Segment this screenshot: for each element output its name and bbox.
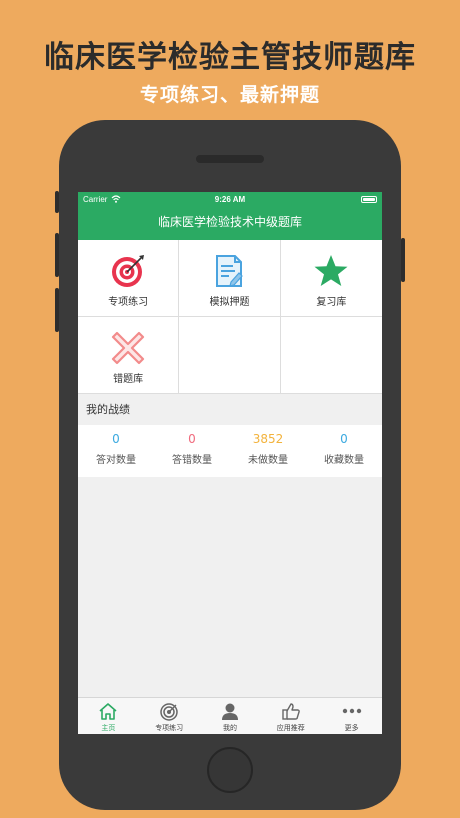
stat-label: 答对数量 [96,455,136,466]
stats-section-title: 我的战绩 [78,394,382,425]
tab-recommend[interactable]: 应用推荐 [260,698,321,734]
menu-item-review[interactable]: 复习库 [280,240,382,317]
more-dots-icon [342,708,361,714]
stat-correct: 0 答对数量 [78,425,154,477]
stat-value: 3852 [252,432,284,446]
stat-value: 0 [340,432,348,446]
wrong-x-icon [112,331,145,365]
phone-power-button [401,238,405,282]
menu-item-label: 错题库 [113,374,144,385]
tab-label: 专项练习 [155,724,184,732]
tab-practice[interactable]: 专项练习 [139,698,200,734]
tab-profile[interactable]: 我的 [200,698,261,734]
menu-item-practice[interactable]: 专项练习 [78,240,180,317]
app-screen: Carrier 9:26 AM 临床医学检验技术中级题库 专项练习 模拟押题 复… [78,192,382,734]
stat-favorites: 0 收藏数量 [306,425,382,477]
status-bar: Carrier 9:26 AM [78,192,382,207]
phone-volume-down [55,288,59,332]
status-time: 9:26 AM [214,195,246,204]
stat-label: 答错数量 [172,455,212,466]
tab-label: 我的 [222,724,237,732]
battery-icon [361,196,377,203]
phone-volume-up [55,233,59,277]
user-icon [221,703,238,720]
stat-wrong: 0 答错数量 [154,425,230,477]
stat-unanswered: 3852 未做数量 [230,425,306,477]
home-icon [99,703,117,720]
target-icon [112,255,145,287]
tab-more[interactable]: 更多 [321,698,382,734]
menu-item-label: 复习库 [316,297,347,308]
tab-label: 主页 [101,724,116,732]
menu-item-label: 专项练习 [108,297,149,308]
exam-paper-icon [216,255,244,287]
stats-row: 0 答对数量 0 答错数量 3852 未做数量 0 收藏数量 [78,425,382,477]
app-title: 临床医学检验技术中级题库 [78,207,382,240]
menu-item-wrong-answers[interactable]: 错题库 [78,317,180,394]
phone-side-button [55,191,59,213]
promo-subtitle: 专项练习、最新押题 [139,84,320,106]
phone-speaker [196,155,264,163]
stat-label: 未做数量 [248,455,288,466]
menu-grid: 专项练习 模拟押题 复习库 错题库 [78,240,382,394]
stat-label: 收藏数量 [324,455,364,466]
thumbs-up-icon [282,703,300,720]
phone-home-button[interactable] [207,747,253,793]
menu-empty-cell [280,317,382,394]
star-icon [314,255,348,286]
menu-item-mock-exam[interactable]: 模拟押题 [179,240,281,317]
menu-empty-cell [179,317,281,394]
stat-value: 0 [188,432,196,446]
tab-label: 更多 [344,724,359,732]
stat-value: 0 [112,432,120,446]
tab-bar: 主页 专项练习 我的 应用推荐 更多 [78,697,382,734]
tab-home[interactable]: 主页 [78,698,139,734]
menu-item-label: 模拟押题 [209,297,250,308]
tab-label: 应用推荐 [276,724,305,732]
target-icon [160,703,178,721]
promo-title: 临床医学检验主管技师题库 [44,40,416,75]
